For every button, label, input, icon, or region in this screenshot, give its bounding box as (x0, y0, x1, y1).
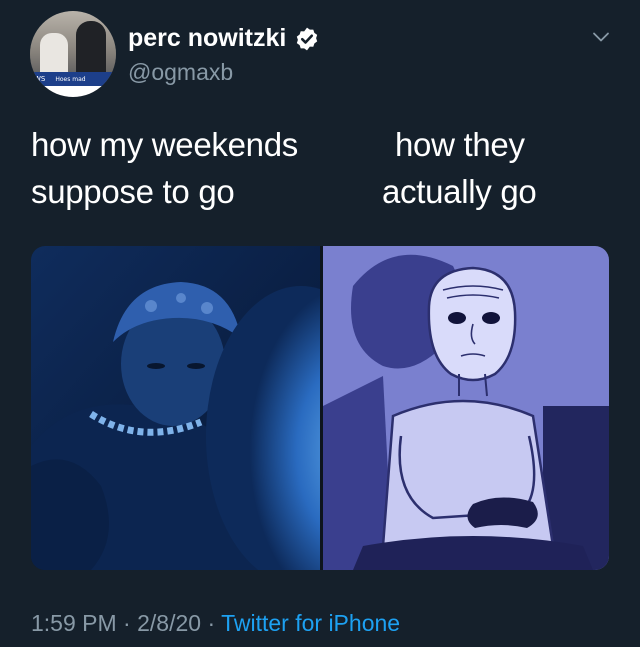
chevron-down-icon[interactable] (591, 27, 611, 47)
blue-lit-person-photo-icon (31, 246, 320, 570)
tweet-source-link[interactable]: Twitter for iPhone (221, 610, 400, 636)
tweet-date[interactable]: 2/8/20 (137, 610, 201, 636)
avatar[interactable]: WS Hoes mad (30, 11, 116, 97)
tweet-media[interactable] (31, 246, 609, 570)
tweet-time[interactable]: 1:59 PM (31, 610, 117, 636)
display-name-row[interactable]: perc nowitzki (128, 24, 320, 53)
wojak-gamer-drawing-icon (323, 246, 609, 570)
tweet-text-line: how my weekends (31, 126, 298, 163)
tweet-text-left: how my weekends suppose to go (31, 121, 298, 215)
tweet-text-line: how they (395, 126, 525, 163)
avatar-news-banner: WS Hoes mad (30, 72, 116, 86)
tweet-text-line: suppose to go (31, 173, 235, 210)
tweet-card: WS Hoes mad perc nowitzki @ogmaxb how my … (0, 0, 640, 647)
tweet-text-line: actually go (382, 173, 537, 210)
media-image-left[interactable] (31, 246, 320, 570)
avatar-banner-text-2: Hoes mad (55, 76, 86, 83)
avatar-banner-text-1: WS (34, 75, 46, 83)
verified-badge-icon (297, 27, 318, 50)
media-image-right[interactable] (323, 246, 609, 570)
tweet-text-right: how they actually go (382, 121, 537, 215)
display-name[interactable]: perc nowitzki (128, 24, 286, 53)
user-handle[interactable]: @ogmaxb (128, 59, 233, 86)
tweet-timestamp: 1:59 PM · 2/8/20 · Twitter for iPhone (31, 610, 401, 636)
